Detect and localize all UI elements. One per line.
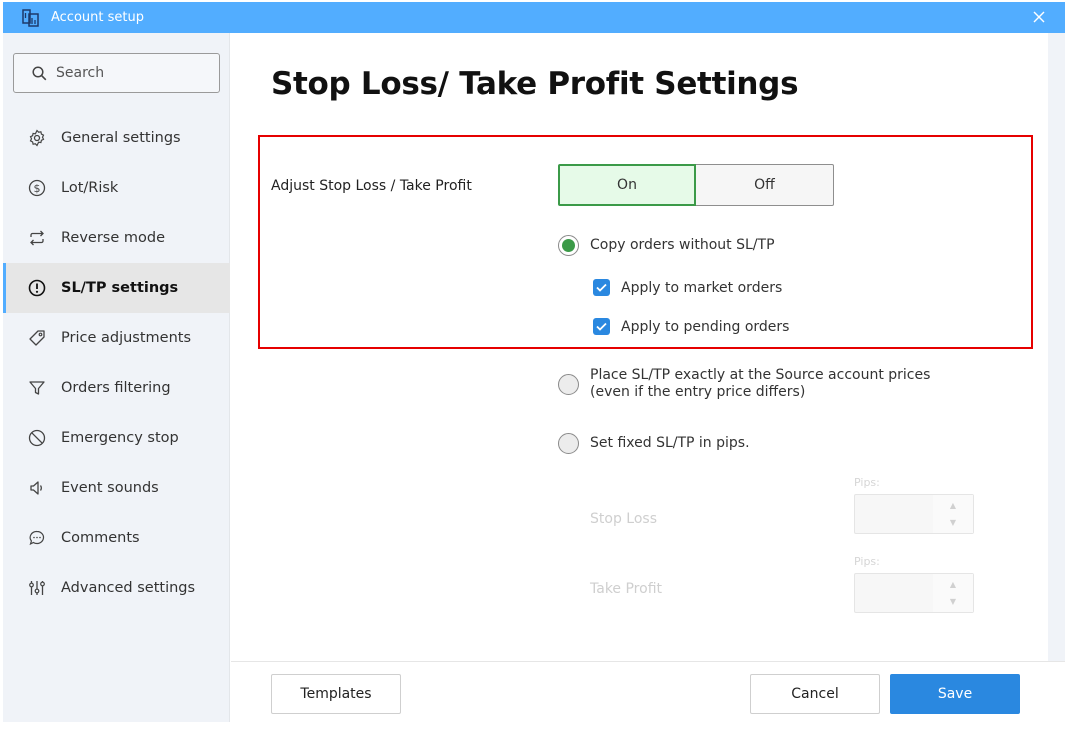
sidebar-item-event-sounds[interactable]: Event sounds [3,463,230,513]
radio-button-checked[interactable] [558,235,579,256]
stop-loss-pips-input[interactable]: ▲ ▼ [854,494,974,534]
tag-icon [27,328,47,348]
radio-label: Copy orders without SL/TP [590,237,775,253]
radio-label: Set fixed SL/TP in pips. [590,435,750,451]
sidebar-item-label: Reverse mode [61,230,166,246]
footer-bar: Templates Cancel Save [231,661,1065,722]
sidebar-item-label: Orders filtering [61,380,171,396]
radio-fixed-pips[interactable]: Set fixed SL/TP in pips. [558,433,750,454]
sidebar-item-label: Event sounds [61,480,159,496]
sidebar-nav: General settings $ Lot/Risk Reverse mode… [3,113,230,613]
templates-button[interactable]: Templates [271,674,401,714]
sidebar: Search General settings $ Lot/Risk Rever… [3,33,230,722]
radio-button-unchecked[interactable] [558,433,579,454]
stop-loss-stepper[interactable]: ▲ ▼ [933,495,973,533]
title-bar: Account setup [3,2,1065,33]
toggle-off-button[interactable]: Off [696,164,834,206]
app-logo-icon [22,9,39,27]
sidebar-item-comments[interactable]: Comments [3,513,230,563]
checkbox-label: Apply to market orders [621,279,783,296]
settings-panel: Stop Loss/ Take Profit Settings Adjust S… [231,33,1048,661]
adjust-sl-tp-label: Adjust Stop Loss / Take Profit [271,178,472,194]
sidebar-item-lot-risk[interactable]: $ Lot/Risk [3,163,230,213]
take-profit-pips-label: Pips: [854,555,880,568]
radio-source-account-prices[interactable]: Place SL/TP exactly at the Source accoun… [558,367,930,401]
take-profit-stepper[interactable]: ▲ ▼ [933,574,973,612]
checkbox-checked[interactable] [593,279,610,296]
search-placeholder: Search [56,65,105,81]
scrollbar[interactable] [1048,33,1065,661]
sidebar-item-emergency-stop[interactable]: Emergency stop [3,413,230,463]
sidebar-item-label: Lot/Risk [61,180,119,196]
radio-label-main: Place SL/TP exactly at the Source accoun… [590,367,931,383]
adjust-sl-tp-toggle: On Off [558,164,834,206]
sidebar-item-label: Advanced settings [61,580,196,596]
checkbox-checked[interactable] [593,318,610,335]
sidebar-item-label: Emergency stop [61,430,179,446]
close-icon[interactable] [1032,10,1046,24]
stepper-up-icon[interactable]: ▲ [933,497,973,514]
checkbox-pending-orders[interactable]: Apply to pending orders [593,318,789,335]
dollar-circle-icon: $ [27,178,47,198]
chat-bubble-icon [27,528,47,548]
stepper-down-icon[interactable]: ▼ [933,593,973,610]
take-profit-label: Take Profit [590,581,663,597]
sidebar-item-label: Price adjustments [61,330,192,346]
radio-button-unchecked[interactable] [558,374,579,395]
filter-icon [27,378,47,398]
sidebar-item-advanced-settings[interactable]: Advanced settings [3,563,230,613]
stop-loss-pips-label: Pips: [854,476,880,489]
speaker-icon [27,478,47,498]
checkbox-label: Apply to pending orders [621,318,790,335]
sidebar-item-label: Comments [61,530,140,546]
search-icon [32,65,47,80]
sidebar-item-orders-filtering[interactable]: Orders filtering [3,363,230,413]
cancel-button[interactable]: Cancel [750,674,880,714]
ban-icon [27,428,47,448]
account-setup-window: Account setup Search General settings $ … [3,2,1065,722]
stepper-up-icon[interactable]: ▲ [933,576,973,593]
sidebar-item-sl-tp-settings[interactable]: SL/TP settings [3,263,230,313]
stepper-down-icon[interactable]: ▼ [933,514,973,531]
exclamation-circle-icon [27,278,47,298]
take-profit-pips-input[interactable]: ▲ ▼ [854,573,974,613]
sidebar-item-general-settings[interactable]: General settings [3,113,230,163]
save-button[interactable]: Save [890,674,1020,714]
radio-label: Place SL/TP exactly at the Source accoun… [590,367,930,401]
repeat-icon [27,228,47,248]
window-title: Account setup [51,10,144,25]
checkmark-icon [596,322,607,331]
sidebar-item-price-adjustments[interactable]: Price adjustments [3,313,230,363]
sidebar-item-label: SL/TP settings [61,280,179,296]
radio-label-sub: (even if the entry price differs) [590,384,806,400]
stop-loss-label: Stop Loss [590,511,657,527]
radio-copy-without-sl-tp[interactable]: Copy orders without SL/TP [558,235,775,256]
svg-text:$: $ [34,182,41,195]
sliders-icon [27,578,47,598]
gear-icon [27,128,47,148]
sidebar-item-reverse-mode[interactable]: Reverse mode [3,213,230,263]
search-input[interactable]: Search [13,53,220,93]
sidebar-item-label: General settings [61,130,181,146]
page-title: Stop Loss/ Take Profit Settings [271,66,799,102]
toggle-on-button[interactable]: On [558,164,696,206]
checkmark-icon [596,283,607,292]
checkbox-market-orders[interactable]: Apply to market orders [593,279,782,296]
